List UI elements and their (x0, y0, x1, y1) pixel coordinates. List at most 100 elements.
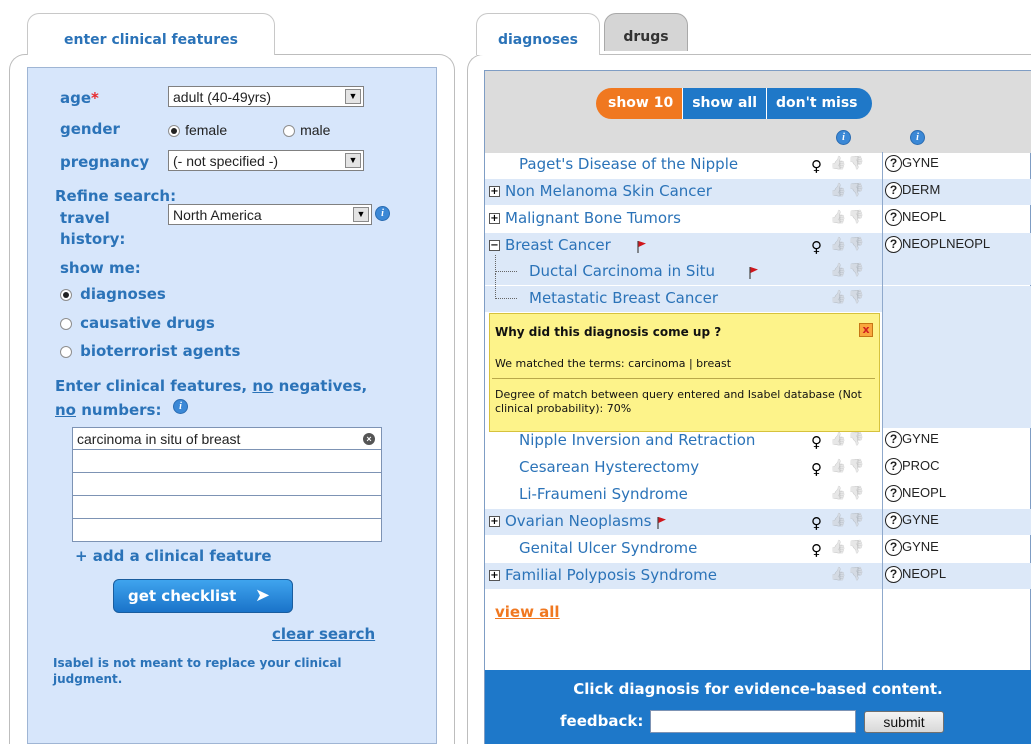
age-select[interactable]: adult (40-49yrs) ▼ (168, 86, 364, 107)
pregnancy-label: pregnancy (60, 153, 150, 171)
diagnosis-row[interactable]: Ductal Carcinoma in Situ 👍 👎 (485, 255, 882, 285)
expand-icon[interactable]: + (489, 213, 500, 224)
why-diagnosis-popup: Why did this diagnosis come up ? x We ma… (489, 313, 880, 432)
thumbs-up-icon[interactable]: 👍 (830, 183, 846, 199)
why-title: Why did this diagnosis come up ? (495, 325, 722, 339)
collapse-icon[interactable]: − (489, 240, 500, 251)
gender-male-radio[interactable]: male (283, 120, 330, 139)
diagnosis-name[interactable]: Breast Cancer (505, 233, 611, 257)
features-heading: Enter clinical features, no negatives, (55, 377, 368, 395)
chevron-down-icon: ▼ (345, 153, 361, 168)
clear-field-icon[interactable]: × (363, 433, 375, 445)
thumbs-up-icon[interactable]: 👍 (830, 290, 846, 306)
thumbs-up-icon[interactable]: 👍 (830, 486, 846, 502)
question-icon[interactable]: ? (885, 458, 902, 476)
thumbs-up-icon[interactable]: 👍 (830, 210, 846, 226)
diagnosis-name[interactable]: Ovarian Neoplasms (505, 509, 651, 533)
question-icon[interactable]: ? (885, 431, 902, 449)
thumbs-down-icon[interactable]: 👎 (848, 513, 864, 529)
info-icon[interactable]: i (173, 399, 188, 414)
show-10-button[interactable]: show 10 (596, 88, 683, 119)
question-icon[interactable]: ? (885, 236, 902, 254)
pregnancy-select[interactable]: (- not specified -) ▼ (168, 150, 364, 171)
question-icon[interactable]: ? (885, 485, 902, 503)
thumbs-down-icon[interactable]: 👎 (848, 156, 864, 172)
clinical-feature-input[interactable]: carcinoma in situ of breast × (72, 427, 382, 450)
diagnosis-row[interactable]: + Familial Polyposis Syndrome 👍 👎 (485, 563, 882, 589)
thumbs-up-icon[interactable]: 👍 (830, 540, 846, 556)
clinical-feature-input[interactable] (72, 450, 382, 473)
thumbs-up-icon[interactable]: 👍 (830, 513, 846, 529)
show-diagnoses-radio[interactable]: diagnoses (60, 284, 166, 303)
close-icon[interactable]: x (859, 323, 873, 337)
diagnosis-name[interactable]: Non Melanoma Skin Cancer (505, 179, 712, 203)
question-icon[interactable]: ? (885, 512, 902, 530)
diagnosis-row[interactable]: + Ovarian Neoplasms ♀ 👍 👎 (485, 509, 882, 535)
diagnosis-row[interactable]: Genital Ulcer Syndrome ♀ 👍 👎 (485, 536, 882, 562)
thumbs-up-icon[interactable]: 👍 (830, 459, 846, 475)
tab-drugs[interactable]: drugs (604, 13, 688, 51)
add-clinical-feature-link[interactable]: + add a clinical feature (75, 547, 272, 565)
thumbs-down-icon[interactable]: 👎 (848, 567, 864, 583)
diagnosis-row[interactable]: Li-Fraumeni Syndrome 👍 👎 (485, 482, 882, 508)
travel-history-select[interactable]: North America ▼ (168, 204, 372, 225)
thumbs-down-icon[interactable]: 👎 (848, 540, 864, 556)
thumbs-down-icon[interactable]: 👎 (848, 432, 864, 448)
diagnosis-row[interactable]: Paget's Disease of the Nipple ♀ 👍 👎 (485, 152, 882, 178)
thumbs-down-icon[interactable]: 👎 (848, 263, 864, 279)
info-icon[interactable]: i (910, 130, 925, 145)
diagnosis-name[interactable]: Li-Fraumeni Syndrome (519, 482, 688, 506)
feedback-input[interactable] (650, 710, 856, 733)
info-icon[interactable]: i (375, 206, 390, 221)
diagnosis-name[interactable]: Malignant Bone Tumors (505, 206, 681, 230)
question-icon[interactable]: ? (885, 539, 902, 557)
show-all-button[interactable]: show all (682, 88, 766, 119)
question-icon[interactable]: ? (885, 182, 902, 200)
thumbs-down-icon[interactable]: 👎 (848, 459, 864, 475)
clinical-feature-input[interactable] (72, 519, 382, 542)
diagnosis-row[interactable]: + Malignant Bone Tumors 👍 👎 (485, 206, 882, 232)
thumbs-down-icon[interactable]: 👎 (848, 183, 864, 199)
divider (492, 378, 875, 379)
diagnosis-name[interactable]: Genital Ulcer Syndrome (519, 536, 697, 560)
thumbs-down-icon[interactable]: 👎 (848, 486, 864, 502)
clear-search-link[interactable]: clear search (272, 625, 375, 643)
tab-diagnoses[interactable]: diagnoses (476, 13, 600, 55)
dont-miss-button[interactable]: don't miss (766, 88, 872, 119)
diagnosis-row[interactable]: Cesarean Hysterectomy ♀ 👍 👎 (485, 455, 882, 481)
thumbs-down-icon[interactable]: 👎 (848, 237, 864, 253)
thumbs-down-icon[interactable]: 👎 (848, 290, 864, 306)
diagnosis-name[interactable]: Metastatic Breast Cancer (529, 286, 718, 310)
thumbs-up-icon[interactable]: 👍 (830, 432, 846, 448)
tab-enter-clinical-features[interactable]: enter clinical features (27, 13, 275, 55)
diagnosis-name[interactable]: Cesarean Hysterectomy (519, 455, 699, 479)
radio-icon (283, 124, 295, 137)
refine-search-label: Refine search: (55, 187, 177, 205)
diagnosis-row[interactable]: Metastatic Breast Cancer 👍 👎 (485, 273, 882, 312)
view-all-link[interactable]: view all (495, 603, 560, 621)
thumbs-up-icon[interactable]: 👍 (830, 263, 846, 279)
thumbs-down-icon[interactable]: 👎 (848, 210, 864, 226)
thumbs-up-icon[interactable]: 👍 (830, 156, 846, 172)
show-bioterrorist-agents-radio[interactable]: bioterrorist agents (60, 341, 240, 360)
get-checklist-button[interactable]: get checklist ➤ (113, 579, 293, 613)
expand-icon[interactable]: + (489, 516, 500, 527)
thumbs-up-icon[interactable]: 👍 (830, 567, 846, 583)
diagnosis-row[interactable]: − Breast Cancer ♀ 👍 👎 (485, 233, 882, 259)
diagnosis-name[interactable]: Paget's Disease of the Nipple (519, 152, 738, 176)
clinical-feature-input[interactable] (72, 496, 382, 519)
question-icon[interactable]: ? (885, 155, 902, 173)
diagnosis-row[interactable]: + Non Melanoma Skin Cancer 👍 👎 (485, 179, 882, 205)
gender-female-radio[interactable]: female (168, 120, 227, 139)
show-causative-drugs-radio[interactable]: causative drugs (60, 313, 215, 332)
question-icon[interactable]: ? (885, 209, 902, 227)
diagnosis-name[interactable]: Ductal Carcinoma in Situ (529, 259, 715, 283)
info-icon[interactable]: i (836, 130, 851, 145)
submit-button[interactable]: submit (864, 711, 944, 733)
diagnosis-name[interactable]: Familial Polyposis Syndrome (505, 563, 717, 587)
expand-icon[interactable]: + (489, 186, 500, 197)
thumbs-up-icon[interactable]: 👍 (830, 237, 846, 253)
clinical-feature-input[interactable] (72, 473, 382, 496)
question-icon[interactable]: ? (885, 566, 902, 584)
expand-icon[interactable]: + (489, 570, 500, 581)
